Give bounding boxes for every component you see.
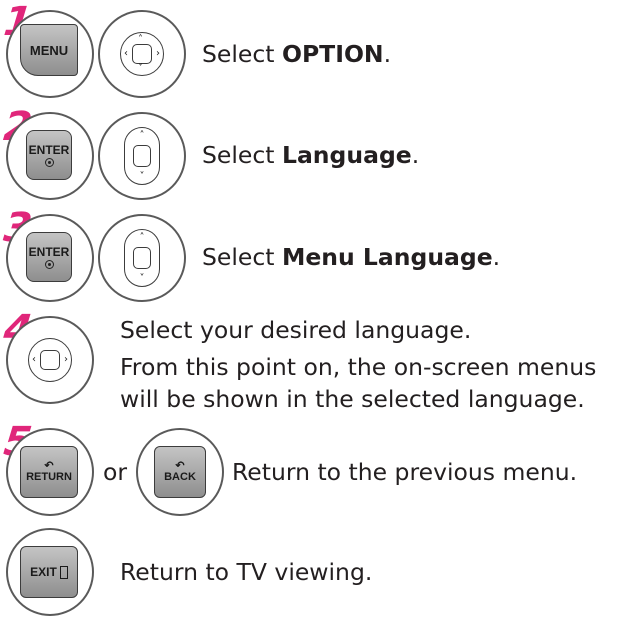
step-4-line-2: From this point on, the on-screen menus — [120, 353, 597, 381]
ok-center-icon — [40, 350, 60, 370]
left-right-nav-pad[interactable]: ‹ › — [28, 338, 72, 382]
return-arrow-icon: ↶ — [175, 460, 185, 472]
or-label: or — [103, 458, 128, 486]
right-arrow-icon: › — [64, 354, 68, 365]
back-button[interactable]: ↶ BACK — [154, 446, 206, 498]
step-3-instruction: Select Menu Language. — [202, 243, 501, 271]
step-4-line-1: Select your desired language. — [120, 316, 472, 344]
exit-button[interactable]: EXIT — [20, 546, 78, 598]
up-arrow-icon: ˄ — [138, 34, 143, 45]
up-down-nav-pad[interactable]: ˄ ˅ — [124, 127, 160, 185]
back-label: BACK — [164, 471, 196, 483]
right-arrow-icon: › — [156, 48, 160, 59]
return-label: RETURN — [26, 471, 72, 483]
enter-button[interactable]: ENTER — [26, 130, 72, 180]
four-way-nav-pad[interactable]: ˄ ˅ ‹ › — [120, 32, 164, 76]
exit-door-icon — [59, 565, 68, 579]
exit-instruction: Return to TV viewing. — [120, 558, 373, 586]
return-button[interactable]: ↶ RETURN — [20, 446, 78, 498]
step-4-line-3: will be shown in the selected language. — [120, 385, 585, 413]
enter-dot-icon — [44, 158, 54, 167]
down-arrow-icon: ˅ — [138, 63, 143, 74]
ok-center-icon — [133, 247, 151, 269]
step-2-instruction: Select Language. — [202, 141, 420, 169]
up-down-nav-pad[interactable]: ˄ ˅ — [124, 229, 160, 287]
ok-center-icon — [133, 145, 151, 167]
left-arrow-icon: ‹ — [32, 354, 36, 365]
left-arrow-icon: ‹ — [124, 48, 128, 59]
down-arrow-icon: ˅ — [139, 273, 145, 284]
down-arrow-icon: ˅ — [139, 171, 145, 182]
exit-label: EXIT — [30, 565, 57, 579]
enter-button[interactable]: ENTER — [26, 232, 72, 282]
ok-center-icon — [132, 44, 152, 64]
up-arrow-icon: ˄ — [139, 130, 145, 141]
step-1-instruction: Select OPTION. — [202, 40, 392, 68]
menu-button[interactable]: MENU — [20, 24, 78, 76]
enter-label: ENTER — [28, 245, 70, 259]
step-5-instruction: Return to the previous menu. — [232, 458, 578, 486]
up-arrow-icon: ˄ — [139, 232, 145, 243]
return-arrow-icon: ↶ — [44, 460, 54, 472]
enter-dot-icon — [44, 260, 54, 269]
enter-label: ENTER — [28, 143, 70, 157]
